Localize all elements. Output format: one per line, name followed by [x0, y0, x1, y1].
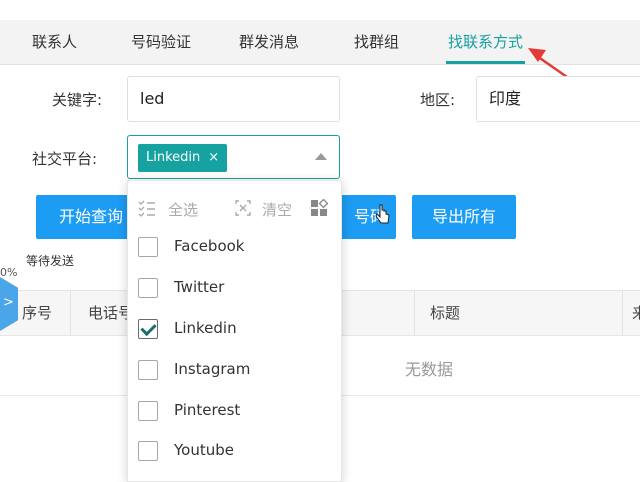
checkbox[interactable] — [138, 360, 158, 380]
option-twitter[interactable]: Twitter — [138, 274, 338, 304]
tab-contacts[interactable]: 联系人 — [32, 20, 77, 64]
tab-find-contact[interactable]: 找联系方式 — [445, 20, 526, 64]
empty-state: 无数据 — [405, 360, 454, 379]
option-label: Youtube — [174, 441, 234, 459]
column-divider — [622, 291, 623, 335]
option-facebook[interactable]: Facebook — [138, 233, 338, 263]
column-divider — [414, 291, 415, 335]
tab-number-verify[interactable]: 号码验证 — [131, 20, 191, 64]
option-label: Linkedin — [174, 319, 237, 337]
select-all-button[interactable]: 全选 — [168, 199, 198, 220]
selected-tag-label: Linkedin — [146, 150, 201, 165]
export-all-button[interactable]: 导出所有 — [412, 195, 516, 239]
option-label: Instagram — [174, 360, 251, 378]
column-divider — [70, 291, 71, 335]
option-pinterest[interactable]: Pinterest — [138, 397, 338, 427]
col-source: 来 — [632, 304, 640, 322]
option-label: Twitter — [174, 278, 225, 296]
keyword-input[interactable]: led — [127, 76, 340, 122]
region-input[interactable]: 印度 — [476, 76, 640, 122]
option-instagram[interactable]: Instagram — [138, 356, 338, 386]
checkbox[interactable] — [138, 278, 158, 298]
chevron-up-icon[interactable] — [315, 153, 327, 160]
platform-select[interactable]: Linkedin × — [127, 135, 340, 179]
col-title: 标题 — [430, 304, 461, 322]
option-youtube[interactable]: Youtube — [138, 437, 338, 467]
col-index: 序号 — [22, 304, 53, 322]
tab-find-groups[interactable]: 找群组 — [354, 20, 399, 64]
checkbox[interactable] — [138, 237, 158, 257]
region-label: 地区: — [420, 91, 456, 109]
progress-text: 0% — [0, 266, 18, 279]
top-strip — [0, 0, 640, 20]
platform-dropdown: 全选 清空 Facebook Twitter Linkedin Instagra… — [127, 180, 342, 482]
dropdown-toolbar: 全选 清空 — [128, 181, 341, 237]
checkbox-checked[interactable] — [138, 319, 158, 339]
keyword-label: 关键字: — [52, 91, 103, 109]
option-label: Pinterest — [174, 401, 241, 419]
select-all-icon[interactable] — [138, 199, 156, 217]
selected-tag: Linkedin × — [138, 144, 228, 172]
status-waiting: 等待发送 — [26, 254, 75, 268]
clear-icon[interactable] — [234, 199, 252, 217]
chevron-right-icon: > — [3, 295, 14, 310]
checkbox[interactable] — [138, 401, 158, 421]
platform-label: 社交平台: — [32, 150, 98, 168]
tag-close-icon[interactable]: × — [208, 150, 219, 165]
checkbox[interactable] — [138, 441, 158, 461]
mouse-pointer-icon — [375, 204, 390, 224]
tab-bulk-message[interactable]: 群发消息 — [239, 20, 299, 64]
option-label: Facebook — [174, 237, 245, 255]
option-linkedin[interactable]: Linkedin — [138, 315, 338, 345]
filter-shapes-icon[interactable] — [310, 199, 328, 217]
clear-button[interactable]: 清空 — [262, 199, 292, 220]
